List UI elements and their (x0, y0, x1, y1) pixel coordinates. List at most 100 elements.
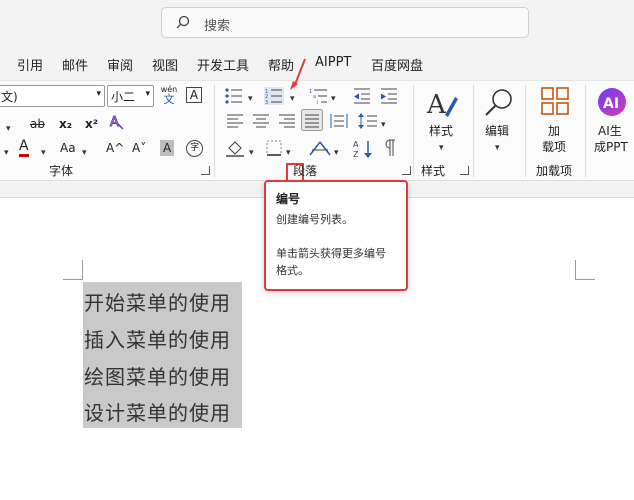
document-line[interactable]: 插入菜单的使用 (84, 324, 231, 353)
character-shading-button[interactable]: A (160, 140, 175, 156)
text-effects-icon[interactable]: A (108, 113, 126, 131)
search-placeholder: 搜索 (204, 19, 231, 34)
font-dialog-launcher[interactable] (201, 166, 210, 175)
tab-baidu-netdisk[interactable]: 百度网盘 (371, 55, 423, 74)
justify-icon[interactable] (301, 109, 323, 131)
svg-text:3: 3 (265, 100, 268, 105)
ribbon: 文) ▾ 小二 ▾ wén 文 A ▾ ab x₂ x² A ▾ A ▾ Aa … (0, 58, 634, 189)
grow-font-button[interactable]: A^ (106, 140, 124, 156)
align-center-icon[interactable] (252, 113, 270, 129)
numbering-dropdown-arrow[interactable]: ▾ (290, 91, 295, 107)
chevron-down-icon[interactable]: ▾ (334, 145, 339, 161)
red-arrow-icon (290, 58, 306, 90)
margin-corner-right (575, 260, 595, 280)
svg-text:A: A (426, 90, 447, 120)
chevron-down-icon[interactable]: ▾ (6, 121, 11, 137)
group-separator (525, 85, 526, 177)
show-formatting-icon[interactable] (382, 139, 396, 157)
font-name-value: 文) (1, 90, 18, 104)
phonetic-char: 文 (163, 93, 175, 106)
group-separator (413, 85, 414, 177)
tab-developer[interactable]: 开发工具 (197, 55, 249, 74)
ai-ppt-icon: AI (598, 88, 626, 116)
svg-text:1: 1 (309, 89, 312, 95)
tab-view[interactable]: 视图 (152, 55, 178, 74)
addins-label-line1: 加 (548, 124, 561, 138)
editing-label: 编辑 (485, 124, 510, 138)
bullets-icon[interactable] (224, 87, 244, 105)
borders-icon[interactable] (266, 140, 282, 156)
addins-icon (541, 87, 569, 115)
chevron-down-icon[interactable]: ▾ (4, 145, 9, 161)
shading-icon[interactable] (226, 139, 246, 157)
ribbon-tabs: 引用 邮件 审阅 视图 开发工具 帮助 AIPPT 百度网盘 (0, 50, 634, 78)
decrease-indent-icon[interactable] (353, 87, 371, 105)
svg-text:A: A (353, 140, 359, 149)
font-group-label: 字体 (49, 164, 74, 178)
document-line[interactable]: 设计菜单的使用 (84, 397, 231, 426)
chevron-down-icon: ▾ (495, 143, 500, 153)
svg-text:a: a (313, 94, 316, 100)
shrink-font-button[interactable]: A˅ (132, 140, 146, 156)
font-name-combo[interactable]: 文) ▾ (0, 85, 105, 107)
font-size-combo[interactable]: 小二 ▾ (107, 85, 154, 107)
increase-indent-icon[interactable] (380, 87, 398, 105)
font-size-value: 小二 (111, 90, 136, 104)
tab-references[interactable]: 引用 (17, 55, 43, 74)
sort-icon[interactable]: AZ (353, 139, 373, 159)
font-color-button[interactable]: A (19, 139, 29, 157)
title-bar: 搜索 (0, 0, 634, 46)
chevron-down-icon: ▾ (439, 143, 444, 153)
tooltip-line: 创建编号列表。 (276, 213, 353, 226)
group-separator (585, 85, 586, 177)
superscript-button[interactable]: x² (85, 116, 98, 132)
subscript-button[interactable]: x₂ (59, 116, 72, 132)
align-left-icon[interactable] (226, 113, 244, 129)
tab-mailings[interactable]: 邮件 (62, 55, 88, 74)
ai-ppt-label-line1: AI生 (598, 124, 622, 138)
align-right-icon[interactable] (278, 113, 296, 129)
strikethrough-button[interactable]: ab (30, 116, 45, 132)
svg-text:Z: Z (353, 150, 359, 159)
tooltip-title: 编号 (276, 192, 301, 206)
chevron-down-icon[interactable]: ▾ (248, 91, 253, 107)
addins-label-line2: 载项 (542, 140, 567, 154)
chevron-down-icon[interactable]: ▾ (331, 91, 336, 107)
multilevel-list-icon[interactable]: 1ai (309, 87, 329, 105)
find-icon (485, 89, 512, 116)
change-case-button[interactable]: Aa (60, 140, 76, 156)
styles-label: 样式 (429, 124, 454, 138)
chevron-down-icon[interactable]: ▾ (82, 145, 87, 161)
enclose-characters-button[interactable]: 字 (186, 140, 203, 157)
ai-ppt-button[interactable]: AI AI生 成PPT (592, 85, 634, 157)
chevron-down-icon[interactable]: ▾ (381, 117, 386, 133)
chevron-down-icon[interactable]: ▾ (249, 145, 254, 161)
chevron-down-icon: ▾ (96, 89, 101, 99)
chinese-layout-icon[interactable] (309, 139, 331, 157)
character-border-button[interactable]: A (186, 87, 202, 103)
chevron-down-icon[interactable]: ▾ (41, 145, 46, 161)
addins-button[interactable]: 加 载项 (534, 85, 576, 157)
styles-dialog-launcher[interactable] (460, 166, 469, 175)
group-separator (473, 85, 474, 177)
phonetic-guide-button[interactable]: wén 文 (160, 85, 178, 105)
document-line[interactable]: 开始菜单的使用 (84, 287, 231, 316)
tab-review[interactable]: 审阅 (107, 55, 133, 74)
document-line[interactable]: 绘图菜单的使用 (84, 361, 231, 390)
chevron-down-icon[interactable]: ▾ (286, 145, 291, 161)
addins-group-label: 加载项 (536, 164, 573, 178)
paragraph-dialog-launcher[interactable] (402, 166, 411, 175)
numbering-icon[interactable]: 123 (264, 87, 284, 105)
search-box[interactable]: 搜索 (161, 7, 529, 38)
line-spacing-icon[interactable] (358, 113, 378, 129)
tab-aippt[interactable]: AIPPT (315, 55, 351, 70)
margin-corner-left (63, 260, 83, 280)
editing-button[interactable]: 编辑 ▾ (480, 85, 518, 157)
styles-button[interactable]: A 样式 ▾ (421, 85, 463, 157)
search-icon (176, 15, 190, 29)
tooltip-line: 格式。 (276, 264, 309, 277)
paragraph-group-label: 段落 (293, 164, 318, 178)
svg-text:AI: AI (603, 96, 619, 112)
numbering-tooltip: 编号 创建编号列表。 单击箭头获得更多编号 格式。 (264, 180, 408, 291)
distributed-icon[interactable] (330, 113, 348, 129)
